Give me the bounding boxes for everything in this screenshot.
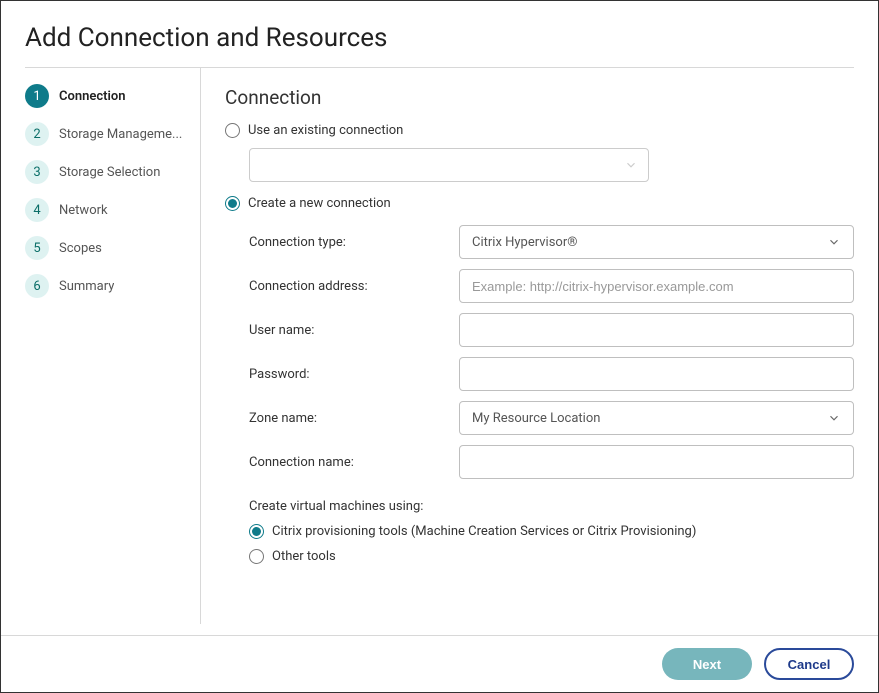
- step-label: Network: [59, 203, 108, 218]
- step-label: Connection: [59, 89, 126, 104]
- other-tools-label: Other tools: [272, 549, 336, 564]
- password-row: Password:: [249, 357, 854, 391]
- step-number: 2: [25, 122, 49, 146]
- citrix-tools-label: Citrix provisioning tools (Machine Creat…: [272, 524, 696, 539]
- step-scopes[interactable]: 5 Scopes: [25, 236, 200, 260]
- zone-row: Zone name: My Resource Location: [249, 401, 854, 435]
- step-summary[interactable]: 6 Summary: [25, 274, 200, 298]
- dialog-footer: Next Cancel: [1, 635, 878, 692]
- step-number: 4: [25, 198, 49, 222]
- password-input[interactable]: [459, 357, 854, 391]
- use-existing-radio-row[interactable]: Use an existing connection: [225, 123, 854, 138]
- connection-type-label: Connection type:: [249, 235, 459, 250]
- chevron-down-icon: [624, 158, 638, 172]
- username-label: User name:: [249, 323, 459, 338]
- citrix-tools-radio-row[interactable]: Citrix provisioning tools (Machine Creat…: [249, 524, 854, 539]
- connection-type-select[interactable]: Citrix Hypervisor®: [459, 225, 854, 259]
- wizard-sidebar: 1 Connection 2 Storage Manageme... 3 Sto…: [1, 68, 201, 624]
- connection-type-row: Connection type: Citrix Hypervisor®: [249, 225, 854, 259]
- username-row: User name:: [249, 313, 854, 347]
- chevron-down-icon: [827, 235, 841, 249]
- vm-tools-section: Create virtual machines using: Citrix pr…: [249, 499, 854, 564]
- step-label: Scopes: [59, 241, 102, 256]
- step-storage-selection[interactable]: 3 Storage Selection: [25, 160, 200, 184]
- step-connection[interactable]: 1 Connection: [25, 84, 200, 108]
- step-label: Storage Selection: [59, 165, 160, 180]
- zone-value: My Resource Location: [472, 411, 600, 426]
- connection-name-label: Connection name:: [249, 455, 459, 470]
- step-network[interactable]: 4 Network: [25, 198, 200, 222]
- chevron-down-icon: [827, 411, 841, 425]
- page-heading: Connection: [225, 86, 854, 109]
- use-existing-radio[interactable]: [225, 123, 240, 138]
- wizard-content: Connection Use an existing connection Cr…: [201, 68, 878, 624]
- step-number: 3: [25, 160, 49, 184]
- use-existing-label: Use an existing connection: [248, 123, 403, 138]
- dialog-header: Add Connection and Resources: [1, 1, 878, 67]
- step-number: 1: [25, 84, 49, 108]
- other-tools-radio-row[interactable]: Other tools: [249, 549, 854, 564]
- connection-type-value: Citrix Hypervisor®: [472, 235, 577, 250]
- existing-connection-container: [249, 148, 854, 182]
- dialog-body: 1 Connection 2 Storage Manageme... 3 Sto…: [1, 68, 878, 624]
- step-label: Storage Manageme...: [59, 127, 182, 142]
- create-new-radio-row[interactable]: Create a new connection: [225, 196, 854, 211]
- existing-connection-select[interactable]: [249, 148, 649, 182]
- step-label: Summary: [59, 279, 114, 294]
- step-number: 6: [25, 274, 49, 298]
- citrix-tools-radio[interactable]: [249, 524, 264, 539]
- password-label: Password:: [249, 367, 459, 382]
- dialog-title: Add Connection and Resources: [25, 23, 854, 53]
- zone-label: Zone name:: [249, 411, 459, 426]
- next-button[interactable]: Next: [662, 648, 752, 680]
- connection-address-input[interactable]: [459, 269, 854, 303]
- zone-select[interactable]: My Resource Location: [459, 401, 854, 435]
- new-connection-form: Connection type: Citrix Hypervisor® Conn…: [249, 225, 854, 479]
- cancel-button[interactable]: Cancel: [764, 648, 854, 680]
- create-new-label: Create a new connection: [248, 196, 391, 211]
- other-tools-radio[interactable]: [249, 549, 264, 564]
- connection-name-row: Connection name:: [249, 445, 854, 479]
- vm-tools-label: Create virtual machines using:: [249, 499, 854, 514]
- step-number: 5: [25, 236, 49, 260]
- create-new-radio[interactable]: [225, 196, 240, 211]
- connection-address-label: Connection address:: [249, 279, 459, 294]
- step-storage-management[interactable]: 2 Storage Manageme...: [25, 122, 200, 146]
- username-input[interactable]: [459, 313, 854, 347]
- connection-address-row: Connection address:: [249, 269, 854, 303]
- connection-name-input[interactable]: [459, 445, 854, 479]
